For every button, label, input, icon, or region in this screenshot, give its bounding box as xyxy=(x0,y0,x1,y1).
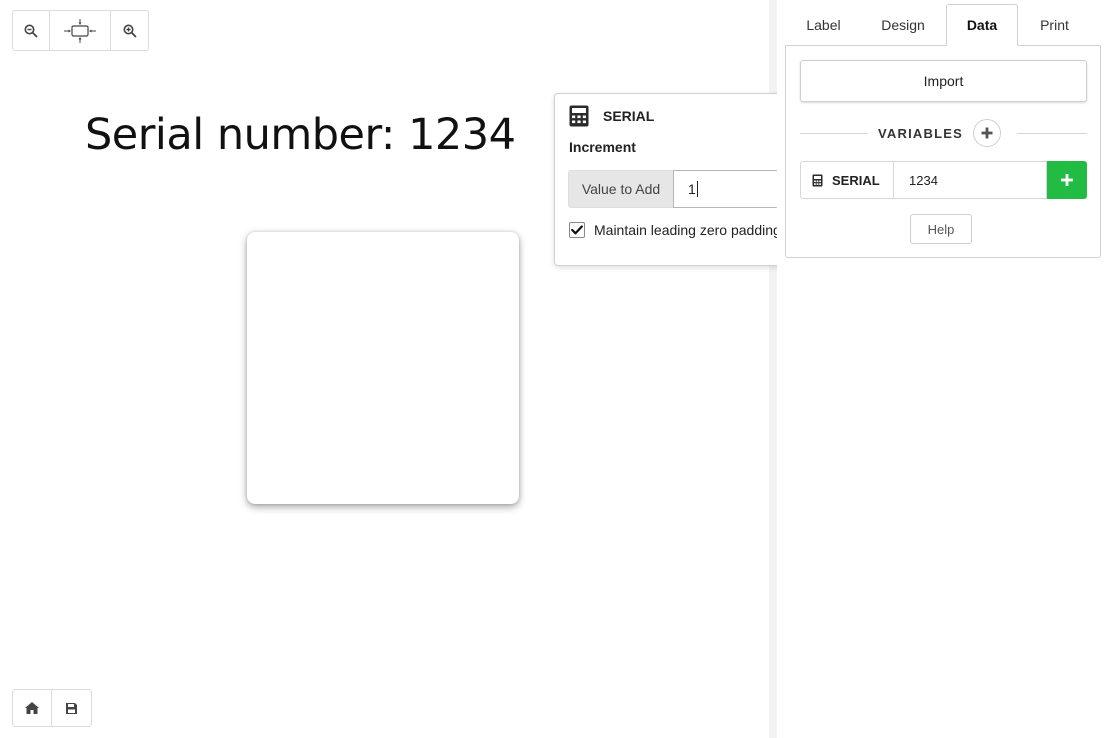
variables-title: VARIABLES xyxy=(878,125,963,141)
bottom-toolbar xyxy=(12,689,92,727)
variables-header: VARIABLES xyxy=(800,118,1087,148)
leading-zero-checkbox[interactable] xyxy=(569,222,585,238)
add-variable-button[interactable] xyxy=(972,119,1001,147)
panel-tabs: Label Design Data Print xyxy=(785,4,1101,46)
variable-name: SERIAL xyxy=(832,172,880,188)
variable-settings-popover: SERIAL Increment Value to Add 1 Maintain… xyxy=(554,93,801,266)
divider-line xyxy=(800,132,868,134)
tab-data[interactable]: Data xyxy=(946,4,1018,46)
variable-value: 1234 xyxy=(893,161,1047,199)
variable-name-button[interactable]: SERIAL xyxy=(800,161,893,199)
leading-zero-label: Maintain leading zero padding xyxy=(594,222,781,238)
import-button[interactable]: Import xyxy=(800,60,1087,102)
home-button[interactable] xyxy=(13,690,53,726)
divider-line xyxy=(1016,132,1087,134)
label-preview[interactable] xyxy=(247,232,519,504)
zoom-out-button[interactable] xyxy=(13,11,50,50)
save-icon xyxy=(66,702,77,714)
insert-variable-button[interactable] xyxy=(1047,161,1087,199)
value-to-add-input[interactable]: 1 xyxy=(673,170,779,208)
fit-to-view-button[interactable] xyxy=(50,11,112,50)
plus-icon xyxy=(981,127,993,139)
variable-row: SERIAL 1234 xyxy=(800,161,1087,199)
calculator-icon xyxy=(812,174,823,186)
text-caret xyxy=(696,181,698,197)
value-to-add-text: 1 xyxy=(688,181,696,197)
calculator-icon xyxy=(569,105,589,127)
tab-print[interactable]: Print xyxy=(1018,4,1091,46)
fit-to-view-icon xyxy=(64,18,96,43)
zoom-out-icon xyxy=(24,24,38,37)
serial-text-object[interactable]: Serial number: 1234 xyxy=(85,110,516,160)
home-icon xyxy=(25,702,39,714)
leading-zero-option[interactable]: Maintain leading zero padding xyxy=(569,222,781,238)
help-button[interactable]: Help xyxy=(910,214,972,244)
checkmark-icon xyxy=(571,225,583,235)
save-button[interactable] xyxy=(52,690,91,726)
tab-design[interactable]: Design xyxy=(862,4,944,46)
zoom-in-icon xyxy=(123,24,137,37)
plus-icon xyxy=(1061,174,1073,186)
popover-header: SERIAL xyxy=(569,105,654,127)
value-to-add-label: Value to Add xyxy=(568,170,673,208)
data-tab-content: Import VARIABLES SERIAL 1234 Help xyxy=(785,45,1101,258)
popover-subtitle: Increment xyxy=(569,139,636,155)
zoom-toolbar xyxy=(12,10,149,51)
tab-label[interactable]: Label xyxy=(785,4,862,46)
zoom-in-button[interactable] xyxy=(111,11,148,50)
popover-title: SERIAL xyxy=(603,108,655,124)
value-to-add-group: Value to Add 1 xyxy=(568,170,779,208)
side-panel: Label Design Data Print Import VARIABLES xyxy=(777,0,1105,738)
